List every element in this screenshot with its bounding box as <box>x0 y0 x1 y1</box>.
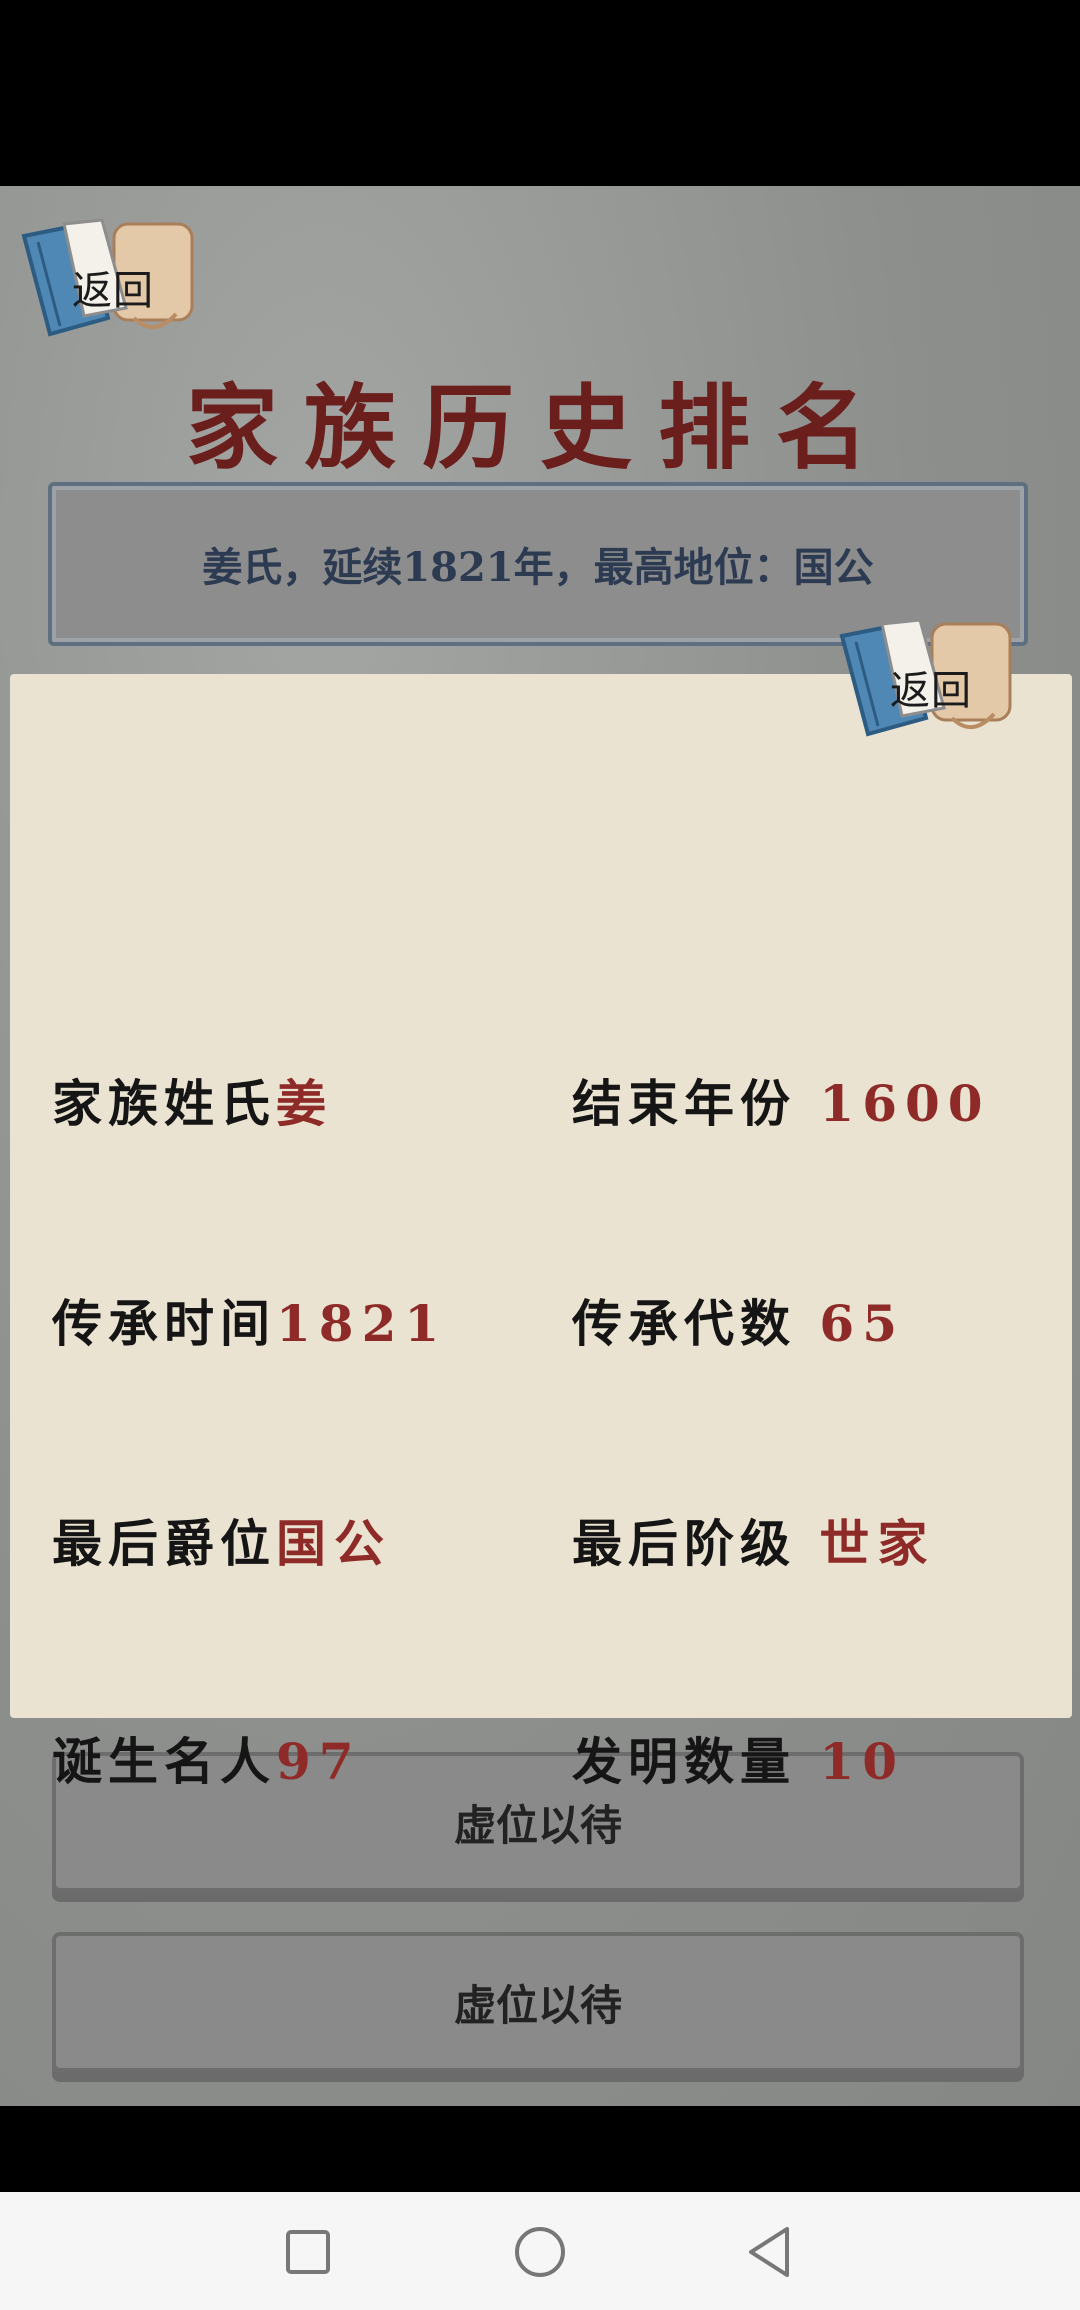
ranking-row-label: 虚位以待 <box>453 1980 622 2030</box>
bottom-bar-area <box>0 2106 1080 2192</box>
stat-inheritance-time: 传承时间1821 <box>52 1294 448 1353</box>
family-detail-popup: 家族姓氏姜 结束年份 1600 传承时间1821 传承代数 65 最后爵位国公 … <box>10 674 1072 1791</box>
system-navigation-bar <box>0 2192 1080 2310</box>
stat-family-surname: 家族姓氏姜 <box>52 1074 334 1133</box>
back-label: 返回 <box>72 268 154 314</box>
ranking-row[interactable]: 虚位以待 <box>52 1932 1024 2072</box>
game-screen: 返回 家族历史排名 姜氏，延续1821年，最高地位：国公 虚位以待 虚位以待 家… <box>0 186 1080 2106</box>
status-bar-area <box>0 0 1080 186</box>
stat-last-title: 最后爵位国公 <box>52 1514 392 1573</box>
circle-icon <box>515 2227 565 2277</box>
popup-back-button[interactable]: 返回 <box>832 608 1022 748</box>
page-title: 家族历史排名 <box>185 374 894 482</box>
back-button[interactable]: 返回 <box>14 208 204 348</box>
stat-inventions: 发明数量 10 <box>572 1732 906 1791</box>
triangle-back-icon <box>749 2227 789 2277</box>
square-icon <box>286 2230 330 2274</box>
stat-last-class: 最后阶级 世家 <box>572 1514 936 1573</box>
recents-button[interactable] <box>278 2222 338 2282</box>
stat-famous-people: 诞生名人97 <box>52 1732 362 1791</box>
home-button[interactable] <box>510 2222 570 2282</box>
family-summary-text: 姜氏，延续1821年，最高地位：国公 <box>202 544 874 591</box>
popup-back-label: 返回 <box>890 668 972 714</box>
back-nav-button[interactable] <box>740 2222 800 2282</box>
stat-end-year: 结束年份 1600 <box>572 1074 991 1133</box>
stat-generations: 传承代数 65 <box>572 1294 906 1353</box>
ranking-row-label: 虚位以待 <box>453 1800 622 1850</box>
